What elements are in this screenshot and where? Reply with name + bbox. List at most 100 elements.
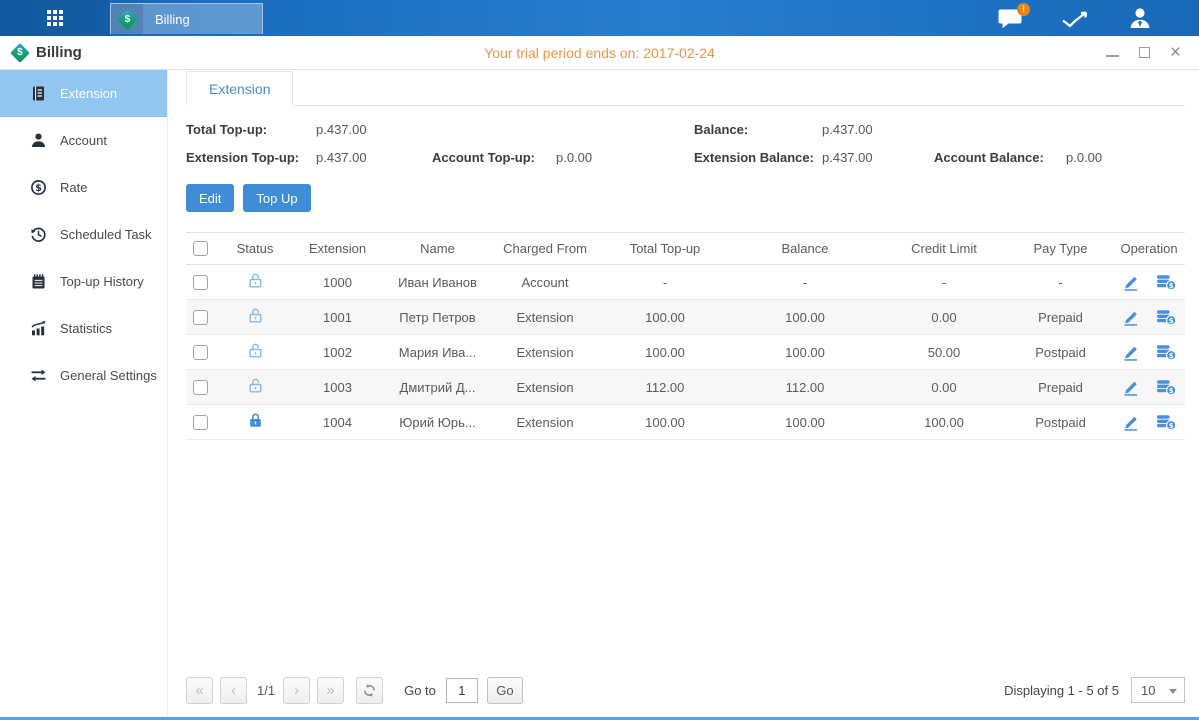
lock-open-icon bbox=[247, 272, 264, 289]
table-row: 1002Мария Ива...Extension100.00100.0050.… bbox=[186, 335, 1185, 370]
sidebar-item-scheduled-task[interactable]: Scheduled Task bbox=[0, 211, 167, 258]
topup-row-icon[interactable]: $ bbox=[1156, 344, 1177, 361]
messages-icon[interactable]: ! bbox=[998, 9, 1023, 28]
cell-total-topup: 100.00 bbox=[600, 310, 730, 325]
cell-balance: 112.00 bbox=[730, 380, 880, 395]
svg-text:$: $ bbox=[1169, 386, 1174, 394]
sidebar-item-topup-history[interactable]: Top-up History bbox=[0, 258, 167, 305]
account-balance-label: Account Balance: bbox=[934, 150, 1066, 165]
edit-row-icon[interactable] bbox=[1121, 379, 1140, 396]
last-page-button[interactable]: » bbox=[317, 677, 344, 704]
tab-extension[interactable]: Extension bbox=[186, 71, 293, 106]
minimize-icon[interactable] bbox=[1106, 48, 1119, 57]
row-checkbox[interactable] bbox=[193, 380, 208, 395]
extension-balance-value: p.437.00 bbox=[822, 150, 934, 165]
goto-label: Go to bbox=[404, 683, 436, 698]
next-page-button[interactable]: › bbox=[283, 677, 310, 704]
cell-balance: 100.00 bbox=[730, 415, 880, 430]
top-up-button[interactable]: Top Up bbox=[243, 184, 310, 212]
cell-extension: 1000 bbox=[290, 275, 385, 290]
cell-charged-from: Extension bbox=[490, 380, 600, 395]
app-window: $ Billing ! $ Billing Your trial period … bbox=[0, 0, 1199, 720]
row-checkbox[interactable] bbox=[193, 415, 208, 430]
extension-topup-label: Extension Top-up: bbox=[186, 150, 316, 165]
select-all-checkbox[interactable] bbox=[193, 241, 208, 256]
cell-charged-from: Extension bbox=[490, 310, 600, 325]
cell-status bbox=[220, 272, 290, 292]
cell-total-topup: 100.00 bbox=[600, 345, 730, 360]
cell-total-topup: 112.00 bbox=[600, 380, 730, 395]
maximize-icon[interactable] bbox=[1139, 47, 1150, 58]
page-size-select[interactable]: 10 bbox=[1131, 677, 1185, 703]
edit-row-icon[interactable] bbox=[1121, 274, 1140, 291]
general-settings-icon bbox=[30, 367, 47, 384]
sidebar-item-label: Extension bbox=[60, 86, 117, 101]
cell-name: Петр Петров bbox=[385, 310, 490, 325]
sidebar: Extension Account $ Rate Scheduled Task … bbox=[0, 70, 168, 717]
row-checkbox[interactable] bbox=[193, 345, 208, 360]
column-name: Name bbox=[385, 241, 490, 256]
cell-pay-type: Postpaid bbox=[1008, 345, 1113, 360]
row-checkbox[interactable] bbox=[193, 275, 208, 290]
cell-total-topup: - bbox=[600, 275, 730, 290]
sidebar-item-extension[interactable]: Extension bbox=[0, 70, 167, 117]
edit-row-icon[interactable] bbox=[1121, 414, 1140, 431]
cell-status bbox=[220, 412, 290, 432]
topup-row-icon[interactable]: $ bbox=[1156, 414, 1177, 431]
apps-grid-icon[interactable] bbox=[0, 0, 110, 36]
topup-row-icon[interactable]: $ bbox=[1156, 379, 1177, 396]
statistics-chart-icon[interactable] bbox=[1061, 8, 1089, 29]
sidebar-item-label: Account bbox=[60, 133, 107, 148]
column-operation: Operation bbox=[1113, 241, 1185, 256]
cell-extension: 1003 bbox=[290, 380, 385, 395]
svg-text:$: $ bbox=[35, 183, 42, 194]
topup-row-icon[interactable]: $ bbox=[1156, 274, 1177, 291]
account-topup-label: Account Top-up: bbox=[432, 150, 556, 165]
edit-row-icon[interactable] bbox=[1121, 309, 1140, 326]
sidebar-item-general-settings[interactable]: General Settings bbox=[0, 352, 167, 399]
close-icon[interactable]: × bbox=[1170, 46, 1181, 60]
edit-row-icon[interactable] bbox=[1121, 344, 1140, 361]
sidebar-item-statistics[interactable]: Statistics bbox=[0, 305, 167, 352]
column-extension: Extension bbox=[290, 241, 385, 256]
sidebar-item-label: Scheduled Task bbox=[60, 227, 152, 242]
page-indicator: 1/1 bbox=[257, 683, 275, 698]
edit-button[interactable]: Edit bbox=[186, 184, 234, 212]
cell-total-topup: 100.00 bbox=[600, 415, 730, 430]
cell-status bbox=[220, 342, 290, 362]
sidebar-item-rate[interactable]: $ Rate bbox=[0, 164, 167, 211]
window-title-group: $ Billing bbox=[13, 44, 82, 61]
refresh-button[interactable] bbox=[356, 677, 383, 704]
prev-page-button[interactable]: ‹ bbox=[220, 677, 247, 704]
cell-status bbox=[220, 377, 290, 397]
topbar-tab-billing[interactable]: $ Billing bbox=[110, 3, 263, 34]
statistics-icon bbox=[30, 320, 47, 337]
first-page-button[interactable]: « bbox=[186, 677, 213, 704]
next-page-icon: › bbox=[294, 682, 299, 699]
extension-icon bbox=[30, 85, 47, 102]
sidebar-item-account[interactable]: Account bbox=[0, 117, 167, 164]
topup-row-icon[interactable]: $ bbox=[1156, 309, 1177, 326]
go-button[interactable]: Go bbox=[487, 677, 523, 704]
row-checkbox[interactable] bbox=[193, 310, 208, 325]
balance-value: p.437.00 bbox=[822, 122, 934, 137]
goto-page-input[interactable] bbox=[446, 678, 478, 703]
extension-balance-label: Extension Balance: bbox=[694, 150, 822, 165]
cell-pay-type: - bbox=[1008, 275, 1113, 290]
account-balance-value: p.0.00 bbox=[1066, 150, 1185, 165]
page-size-value: 10 bbox=[1141, 683, 1155, 698]
table-row: 1003Дмитрий Д...Extension112.00112.000.0… bbox=[186, 370, 1185, 405]
topbar: $ Billing ! bbox=[0, 0, 1199, 36]
lock-open-icon bbox=[247, 307, 264, 324]
summary-panel: Total Top-up: p.437.00 Extension Top-up:… bbox=[186, 122, 1185, 165]
cell-name: Дмитрий Д... bbox=[385, 380, 490, 395]
last-page-icon: » bbox=[326, 682, 334, 699]
cell-pay-type: Postpaid bbox=[1008, 415, 1113, 430]
table-row: 1000Иван ИвановAccount----$ bbox=[186, 265, 1185, 300]
cell-credit-limit: 0.00 bbox=[880, 380, 1008, 395]
cell-balance: - bbox=[730, 275, 880, 290]
chevron-down-icon bbox=[1169, 689, 1177, 694]
cell-balance: 100.00 bbox=[730, 310, 880, 325]
user-icon[interactable] bbox=[1127, 7, 1153, 29]
lock-open-icon bbox=[247, 342, 264, 359]
